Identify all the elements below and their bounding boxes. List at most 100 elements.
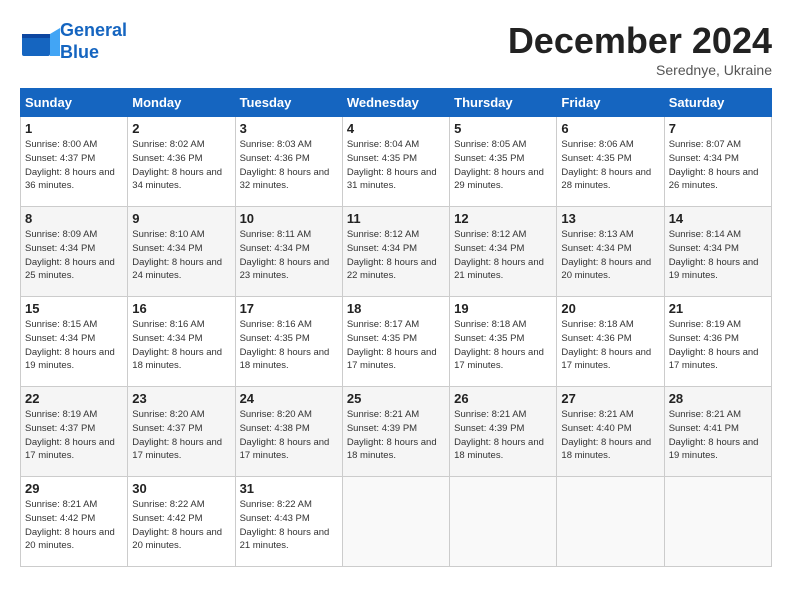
calendar-cell: 25Sunrise: 8:21 AMSunset: 4:39 PMDayligh… xyxy=(342,387,449,477)
day-number: 24 xyxy=(240,391,338,406)
calendar-cell xyxy=(664,477,771,567)
day-header-friday: Friday xyxy=(557,89,664,117)
calendar-cell: 17 Sunrise: 8:16 AMSunset: 4:35 PMDayligh… xyxy=(235,297,342,387)
day-number: 23 xyxy=(132,391,230,406)
calendar-cell xyxy=(557,477,664,567)
calendar-cell: 20 Sunrise: 8:18 AMSunset: 4:36 PMDayligh… xyxy=(557,297,664,387)
day-number: 26 xyxy=(454,391,552,406)
day-info: Sunrise: 8:18 AMSunset: 4:35 PMDaylight:… xyxy=(454,318,552,373)
calendar-cell: 22 Sunrise: 8:19 AMSunset: 4:37 PMDayligh… xyxy=(21,387,128,477)
day-info: Sunrise: 8:07 AMSunset: 4:34 PMDaylight:… xyxy=(669,138,767,193)
day-number: 31 xyxy=(240,481,338,496)
day-header-thursday: Thursday xyxy=(450,89,557,117)
calendar-cell: 24 Sunrise: 8:20 AMSunset: 4:38 PMDayligh… xyxy=(235,387,342,477)
day-header-saturday: Saturday xyxy=(664,89,771,117)
day-info: Sunrise: 8:03 AMSunset: 4:36 PMDaylight:… xyxy=(240,138,338,193)
day-info: Sunrise: 8:12 AMSunset: 4:34 PMDaylight:… xyxy=(454,228,552,283)
day-number: 2 xyxy=(132,121,230,136)
calendar-cell: 28 Sunrise: 8:21 AMSunset: 4:41 PMDayligh… xyxy=(664,387,771,477)
day-number: 27 xyxy=(561,391,659,406)
day-info: Sunrise: 8:22 AMSunset: 4:42 PMDaylight:… xyxy=(132,498,230,553)
day-number: 1 xyxy=(25,121,123,136)
calendar-cell: 10 Sunrise: 8:11 AMSunset: 4:34 PMDayligh… xyxy=(235,207,342,297)
calendar-cell: 9 Sunrise: 8:10 AMSunset: 4:34 PMDaylight… xyxy=(128,207,235,297)
day-number: 13 xyxy=(561,211,659,226)
day-info: Sunrise: 8:09 AMSunset: 4:34 PMDaylight:… xyxy=(25,228,123,283)
day-info: Sunrise: 8:20 AMSunset: 4:37 PMDaylight:… xyxy=(132,408,230,463)
day-info: Sunrise: 8:16 AMSunset: 4:34 PMDaylight:… xyxy=(132,318,230,373)
day-info: Sunrise: 8:21 AMSunset: 4:39 PMDaylight:… xyxy=(454,408,552,463)
calendar-cell: 14 Sunrise: 8:14 AMSunset: 4:34 PMDayligh… xyxy=(664,207,771,297)
day-info: Sunrise: 8:11 AMSunset: 4:34 PMDaylight:… xyxy=(240,228,338,283)
day-number: 10 xyxy=(240,211,338,226)
calendar-cell: 11Sunrise: 8:12 AMSunset: 4:34 PMDayligh… xyxy=(342,207,449,297)
calendar-cell: 18Sunrise: 8:17 AMSunset: 4:35 PMDayligh… xyxy=(342,297,449,387)
day-number: 22 xyxy=(25,391,123,406)
day-info: Sunrise: 8:22 AMSunset: 4:43 PMDaylight:… xyxy=(240,498,338,553)
day-number: 8 xyxy=(25,211,123,226)
day-number: 21 xyxy=(669,301,767,316)
day-info: Sunrise: 8:16 AMSunset: 4:35 PMDaylight:… xyxy=(240,318,338,373)
calendar-cell: 6Sunrise: 8:06 AMSunset: 4:35 PMDaylight… xyxy=(557,117,664,207)
day-number: 20 xyxy=(561,301,659,316)
calendar-cell: 12 Sunrise: 8:12 AMSunset: 4:34 PMDayligh… xyxy=(450,207,557,297)
calendar-cell: 5Sunrise: 8:05 AMSunset: 4:35 PMDaylight… xyxy=(450,117,557,207)
day-info: Sunrise: 8:00 AMSunset: 4:37 PMDaylight:… xyxy=(25,138,123,193)
day-number: 6 xyxy=(561,121,659,136)
calendar-cell: 4Sunrise: 8:04 AMSunset: 4:35 PMDaylight… xyxy=(342,117,449,207)
calendar-header: SundayMondayTuesdayWednesdayThursdayFrid… xyxy=(21,89,772,117)
day-info: Sunrise: 8:21 AMSunset: 4:40 PMDaylight:… xyxy=(561,408,659,463)
calendar-cell: 1 Sunrise: 8:00 AMSunset: 4:37 PMDaylight… xyxy=(21,117,128,207)
day-info: Sunrise: 8:17 AMSunset: 4:35 PMDaylight:… xyxy=(347,318,445,373)
day-info: Sunrise: 8:20 AMSunset: 4:38 PMDaylight:… xyxy=(240,408,338,463)
calendar-cell: 7Sunrise: 8:07 AMSunset: 4:34 PMDaylight… xyxy=(664,117,771,207)
day-info: Sunrise: 8:02 AMSunset: 4:36 PMDaylight:… xyxy=(132,138,230,193)
location-subtitle: Serednye, Ukraine xyxy=(508,62,772,78)
logo-text: General Blue xyxy=(60,20,127,63)
day-number: 9 xyxy=(132,211,230,226)
day-number: 11 xyxy=(347,211,445,226)
calendar-cell: 16 Sunrise: 8:16 AMSunset: 4:34 PMDayligh… xyxy=(128,297,235,387)
day-info: Sunrise: 8:19 AMSunset: 4:36 PMDaylight:… xyxy=(669,318,767,373)
calendar-cell: 30Sunrise: 8:22 AMSunset: 4:42 PMDayligh… xyxy=(128,477,235,567)
day-number: 16 xyxy=(132,301,230,316)
day-info: Sunrise: 8:05 AMSunset: 4:35 PMDaylight:… xyxy=(454,138,552,193)
day-info: Sunrise: 8:21 AMSunset: 4:42 PMDaylight:… xyxy=(25,498,123,553)
calendar-cell: 3Sunrise: 8:03 AMSunset: 4:36 PMDaylight… xyxy=(235,117,342,207)
calendar-cell: 2 Sunrise: 8:02 AMSunset: 4:36 PMDaylight… xyxy=(128,117,235,207)
title-section: December 2024 Serednye, Ukraine xyxy=(508,20,772,78)
day-info: Sunrise: 8:21 AMSunset: 4:41 PMDaylight:… xyxy=(669,408,767,463)
day-info: Sunrise: 8:14 AMSunset: 4:34 PMDaylight:… xyxy=(669,228,767,283)
calendar-cell xyxy=(342,477,449,567)
day-header-sunday: Sunday xyxy=(21,89,128,117)
logo: General Blue xyxy=(20,20,127,63)
logo-line2: Blue xyxy=(60,42,127,64)
day-info: Sunrise: 8:18 AMSunset: 4:36 PMDaylight:… xyxy=(561,318,659,373)
calendar-cell: 27 Sunrise: 8:21 AMSunset: 4:40 PMDayligh… xyxy=(557,387,664,477)
day-info: Sunrise: 8:19 AMSunset: 4:37 PMDaylight:… xyxy=(25,408,123,463)
day-number: 14 xyxy=(669,211,767,226)
calendar-cell: 31 Sunrise: 8:22 AMSunset: 4:43 PMDayligh… xyxy=(235,477,342,567)
day-number: 19 xyxy=(454,301,552,316)
calendar-cell: 19 Sunrise: 8:18 AMSunset: 4:35 PMDayligh… xyxy=(450,297,557,387)
calendar-table: SundayMondayTuesdayWednesdayThursdayFrid… xyxy=(20,88,772,567)
day-info: Sunrise: 8:10 AMSunset: 4:34 PMDaylight:… xyxy=(132,228,230,283)
calendar-week-row: 8 Sunrise: 8:09 AMSunset: 4:34 PMDaylight… xyxy=(21,207,772,297)
calendar-cell: 21 Sunrise: 8:19 AMSunset: 4:36 PMDayligh… xyxy=(664,297,771,387)
calendar-body: 1 Sunrise: 8:00 AMSunset: 4:37 PMDaylight… xyxy=(21,117,772,567)
day-number: 15 xyxy=(25,301,123,316)
day-number: 17 xyxy=(240,301,338,316)
calendar-week-row: 22 Sunrise: 8:19 AMSunset: 4:37 PMDayligh… xyxy=(21,387,772,477)
day-number: 4 xyxy=(347,121,445,136)
calendar-cell: 26 Sunrise: 8:21 AMSunset: 4:39 PMDayligh… xyxy=(450,387,557,477)
logo-icon xyxy=(20,24,56,60)
calendar-cell: 13Sunrise: 8:13 AMSunset: 4:34 PMDayligh… xyxy=(557,207,664,297)
logo-line1: General xyxy=(60,20,127,42)
calendar-week-row: 1 Sunrise: 8:00 AMSunset: 4:37 PMDaylight… xyxy=(21,117,772,207)
day-number: 28 xyxy=(669,391,767,406)
calendar-cell: 8 Sunrise: 8:09 AMSunset: 4:34 PMDaylight… xyxy=(21,207,128,297)
day-header-wednesday: Wednesday xyxy=(342,89,449,117)
calendar-cell xyxy=(450,477,557,567)
day-number: 25 xyxy=(347,391,445,406)
day-number: 12 xyxy=(454,211,552,226)
